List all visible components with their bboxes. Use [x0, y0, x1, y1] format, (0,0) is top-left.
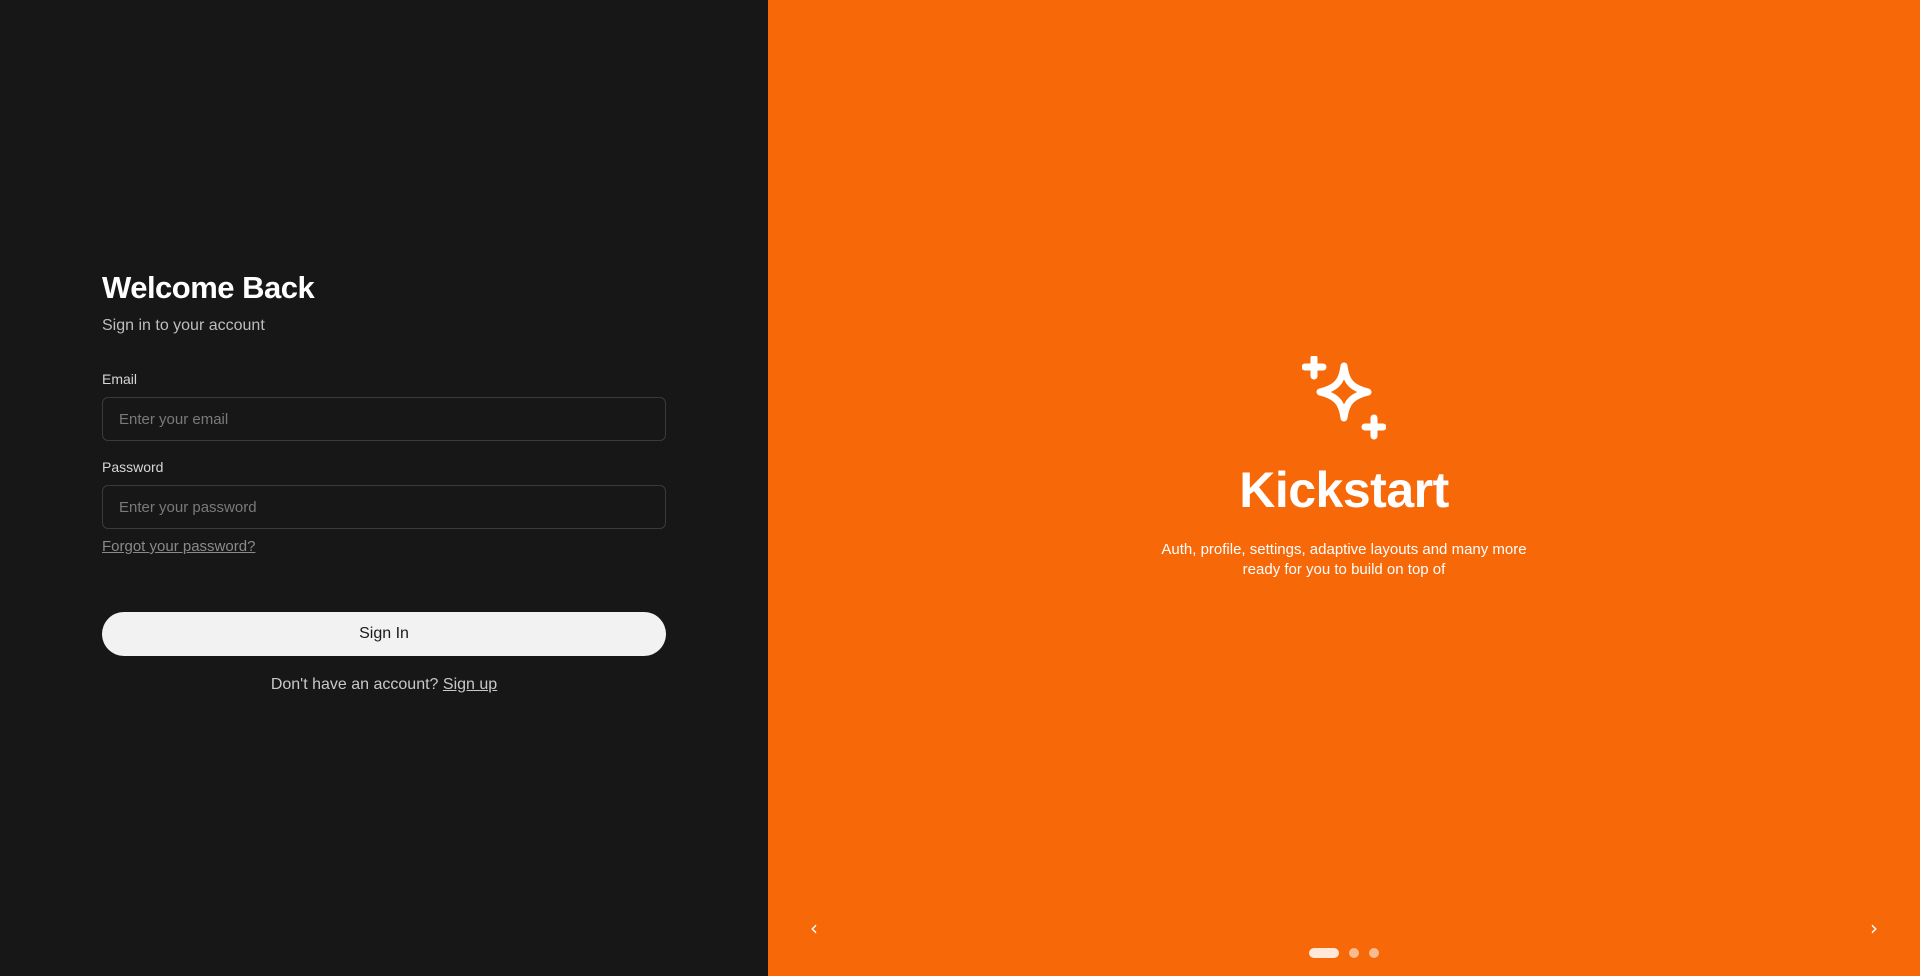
chevron-left-icon: ‹: [810, 916, 818, 940]
auth-page: Welcome Back Sign in to your account Ema…: [0, 0, 1920, 976]
signup-prompt: Don't have an account?: [270, 676, 439, 693]
page-title: Welcome Back: [102, 270, 315, 305]
signin-form: Welcome Back Sign in to your account Ema…: [102, 268, 666, 694]
tagline-line-2: ready for you to build on top of: [1242, 561, 1446, 578]
sign-in-button[interactable]: Sign In: [102, 612, 666, 656]
brand-name: Kickstart: [1239, 462, 1449, 518]
email-field[interactable]: [102, 397, 666, 441]
carousel-prev-button[interactable]: ‹: [802, 916, 826, 940]
carousel-next-button[interactable]: ›: [1862, 916, 1886, 940]
chevron-right-icon: ›: [1870, 916, 1878, 940]
email-label: Email: [102, 371, 138, 387]
tagline-line-1: Auth, profile, settings, adaptive layout…: [1161, 541, 1527, 558]
signin-panel: Welcome Back Sign in to your account Ema…: [0, 0, 768, 976]
sign-up-link[interactable]: Sign up: [443, 676, 497, 693]
carousel-indicators: [768, 948, 1920, 958]
brand-tagline: Auth, profile, settings, adaptive layout…: [1134, 540, 1554, 580]
carousel-dot[interactable]: [1309, 948, 1339, 958]
brand-carousel: Kickstart Auth, profile, settings, adapt…: [768, 0, 1920, 976]
password-field[interactable]: [102, 485, 666, 529]
sparkles-icon: [1302, 356, 1386, 440]
forgot-password-link[interactable]: Forgot your password?: [102, 538, 255, 555]
signup-row: Don't have an account? Sign up: [102, 676, 666, 694]
carousel-dot[interactable]: [1349, 948, 1359, 958]
page-subtitle: Sign in to your account: [102, 317, 265, 334]
carousel-slide: Kickstart Auth, profile, settings, adapt…: [768, 356, 1920, 580]
password-label: Password: [102, 459, 164, 475]
carousel-dot[interactable]: [1369, 948, 1379, 958]
